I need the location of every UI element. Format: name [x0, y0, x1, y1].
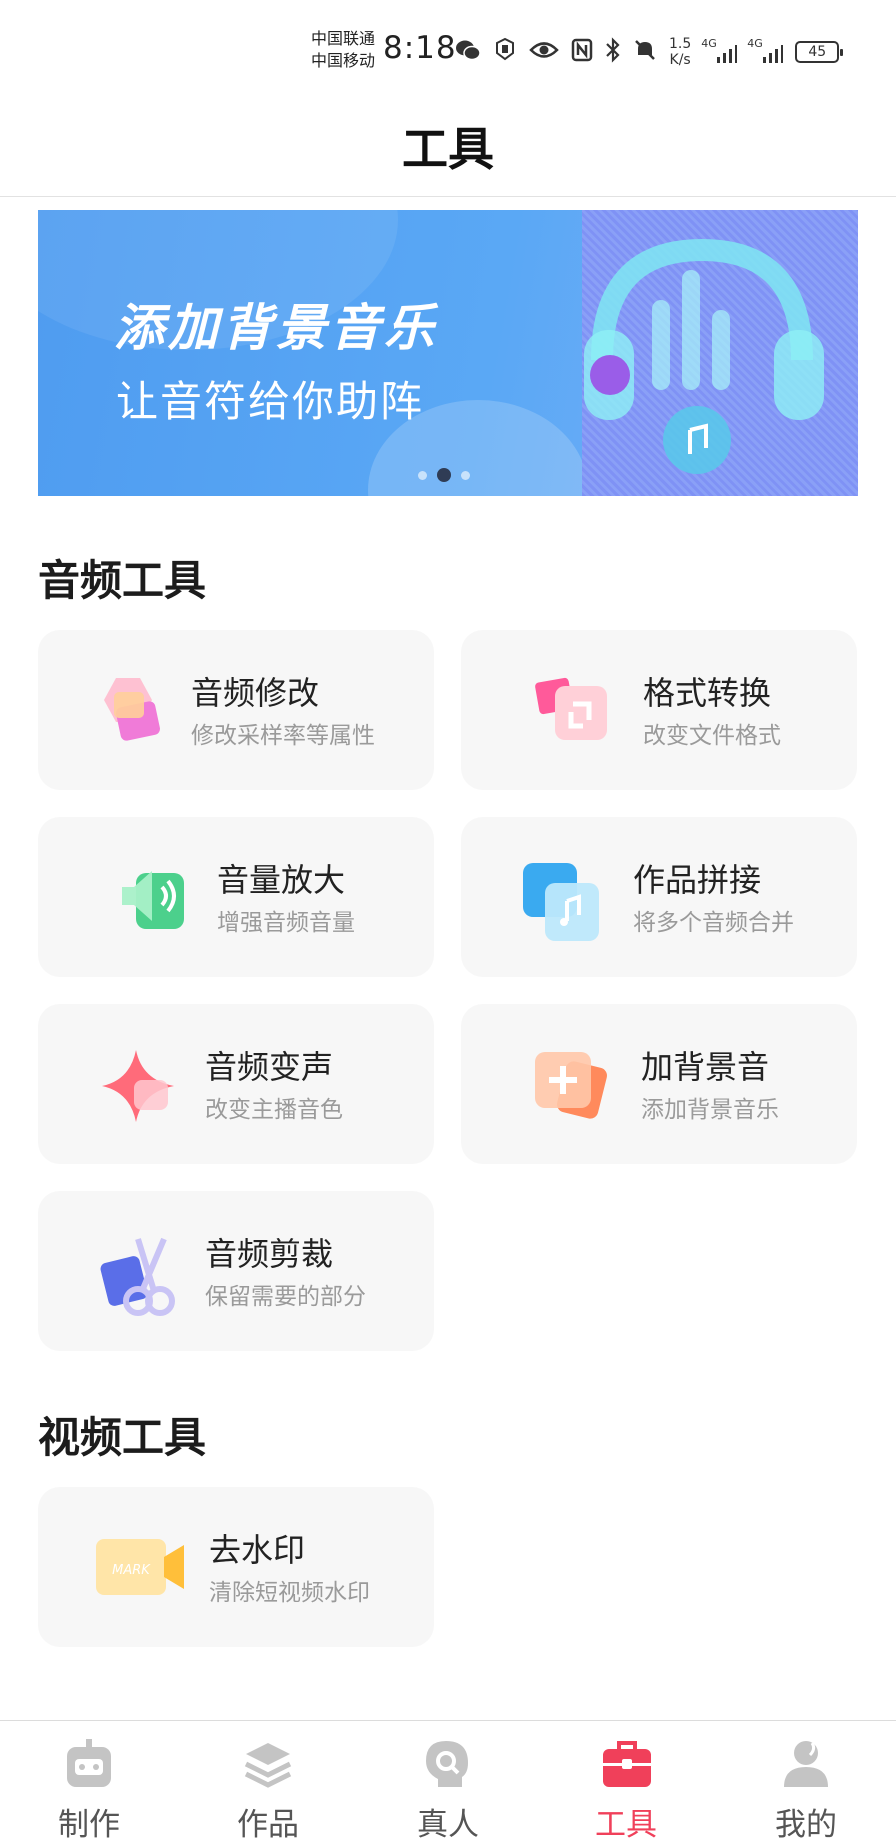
tool-name: 去水印	[209, 1531, 306, 1569]
tool-name: 音频修改	[191, 674, 320, 712]
nav-item-mine[interactable]: 我的	[746, 1731, 866, 1843]
banner-pagination	[418, 468, 470, 482]
audio-edit-icon	[90, 672, 170, 748]
tool-card-audio-merge[interactable]: 作品拼接 将多个音频合并	[461, 817, 857, 977]
tool-desc: 添加背景音乐	[641, 1097, 779, 1123]
tool-desc: 修改采样率等属性	[191, 723, 375, 749]
signal-1-icon: 4G	[701, 37, 738, 63]
human-voice-icon	[424, 1739, 472, 1789]
status-bar: 中国联通 中国移动 8:18 1.5 K/s 4G 4G 45	[0, 0, 896, 100]
banner-dot[interactable]	[461, 470, 470, 480]
tool-desc: 增强音频音量	[217, 910, 355, 936]
nav-item-works[interactable]: 作品	[208, 1731, 328, 1843]
tool-name: 音频变声	[205, 1048, 334, 1086]
format-convert-icon	[533, 672, 613, 748]
tool-desc: 改变主播音色	[205, 1097, 343, 1123]
tool-desc: 将多个音频合并	[633, 910, 794, 936]
tool-name: 音频剪裁	[205, 1235, 334, 1273]
mute-bell-icon	[633, 38, 657, 66]
promo-banner[interactable]: 添加背景音乐 让音符给你助阵	[38, 210, 858, 496]
nav-label: 制作	[58, 1807, 120, 1843]
tool-card-remove-watermark[interactable]: MARK 去水印 清除短视频水印	[38, 1487, 434, 1647]
banner-dot-active[interactable]	[437, 468, 451, 482]
nav-item-tools[interactable]: 工具	[566, 1731, 686, 1843]
headphones-illustration	[582, 210, 858, 496]
bottom-nav: 制作 作品 真人 工具 我的	[0, 1720, 896, 1848]
wechat-icon	[455, 38, 481, 66]
section-title-audio: 音频工具	[38, 556, 207, 605]
toolbox-icon	[602, 1739, 651, 1789]
net-speed: 1.5 K/s	[669, 36, 692, 68]
tool-card-audio-trim[interactable]: 音频剪裁 保留需要的部分	[38, 1191, 434, 1351]
carrier-2: 中国移动	[311, 51, 376, 70]
signal-2-icon: 4G	[747, 37, 784, 63]
tool-card-format-convert[interactable]: 格式转换 改变文件格式	[461, 630, 857, 790]
audio-trim-icon	[98, 1233, 178, 1316]
robot-icon	[65, 1739, 113, 1789]
remove-watermark-icon: MARK	[94, 1529, 188, 1605]
tool-name: 格式转换	[643, 674, 772, 712]
battery-icon: 45	[795, 41, 844, 63]
hand-icon	[493, 37, 517, 67]
nav-item-make[interactable]: 制作	[29, 1731, 149, 1843]
nav-label: 工具	[595, 1807, 657, 1843]
nfc-icon	[571, 38, 593, 66]
bluetooth-icon	[605, 37, 621, 67]
carrier-info: 中国联通 中国移动	[311, 28, 375, 72]
add-bgm-icon	[533, 1046, 613, 1122]
tool-card-add-bgm[interactable]: 加背景音 添加背景音乐	[461, 1004, 857, 1164]
tool-name: 加背景音	[641, 1048, 770, 1086]
tool-name: 作品拼接	[633, 861, 762, 899]
section-title-video: 视频工具	[38, 1413, 207, 1462]
tool-name: 音量放大	[217, 861, 346, 899]
banner-title: 添加背景音乐	[114, 299, 438, 357]
tool-desc: 保留需要的部分	[205, 1284, 366, 1310]
nav-label: 我的	[775, 1807, 837, 1843]
banner-subtitle: 让音符给你助阵	[116, 377, 425, 426]
carrier-1: 中国联通	[311, 29, 376, 48]
nav-label: 真人	[417, 1807, 479, 1843]
nav-label: 作品	[237, 1807, 299, 1843]
tool-card-volume-boost[interactable]: 音量放大 增强音频音量	[38, 817, 434, 977]
audio-merge-icon	[521, 859, 601, 941]
tool-card-audio-edit[interactable]: 音频修改 修改采样率等属性	[38, 630, 434, 790]
eye-icon	[529, 40, 559, 64]
tool-card-voice-change[interactable]: 音频变声 改变主播音色	[38, 1004, 434, 1164]
tool-desc: 改变文件格式	[643, 723, 781, 749]
volume-boost-icon	[112, 859, 192, 935]
page-title: 工具	[402, 122, 494, 176]
tool-desc: 清除短视频水印	[209, 1580, 370, 1606]
voice-change-icon	[100, 1046, 180, 1122]
svg-text:MARK: MARK	[112, 1563, 151, 1578]
status-time: 8:18	[383, 30, 457, 66]
nav-item-human-voice[interactable]: 真人	[388, 1731, 508, 1843]
layers-icon	[244, 1739, 292, 1789]
user-icon	[782, 1739, 830, 1789]
banner-dot[interactable]	[418, 470, 427, 480]
status-icons: 1.5 K/s 4G 4G 45	[455, 34, 844, 70]
